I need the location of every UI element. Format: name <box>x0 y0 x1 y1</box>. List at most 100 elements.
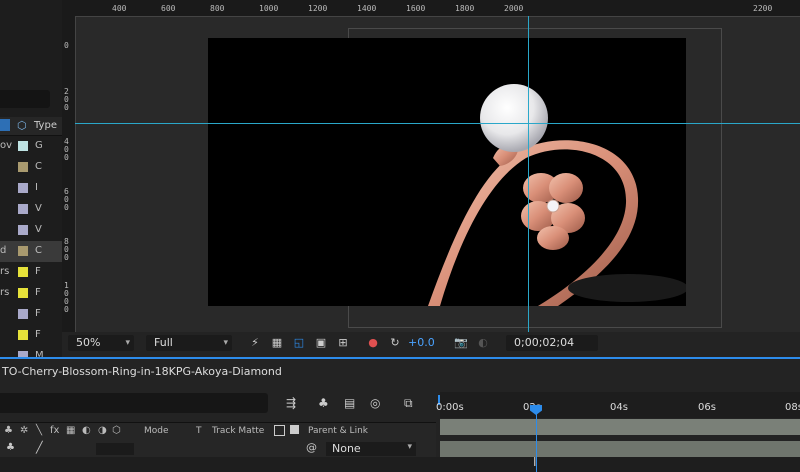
column-t[interactable]: T <box>196 426 202 436</box>
label-color-swatch[interactable] <box>18 225 28 235</box>
grid-guides-icon[interactable]: ⊞ <box>336 336 350 350</box>
project-search-input[interactable] <box>0 90 50 108</box>
project-item-type: F <box>35 308 41 319</box>
snapshot-camera-icon[interactable]: 📷 <box>454 336 468 350</box>
zoom-dropdown[interactable]: 50% ▾ <box>68 335 134 351</box>
label-color-swatch[interactable] <box>18 204 28 214</box>
time-label: 08s <box>785 402 800 413</box>
project-item-row[interactable]: I <box>0 178 62 199</box>
column-mode[interactable]: Mode <box>144 426 169 436</box>
ruler-tick: 2200 <box>753 4 773 13</box>
guide-vertical[interactable] <box>528 16 529 332</box>
shy-layers-icon[interactable]: ♣ <box>318 396 329 410</box>
mask-visibility-icon[interactable]: ◱ <box>292 336 306 350</box>
project-item-name: rs <box>0 287 10 298</box>
3d-layer-column-icon[interactable]: ⬡ <box>112 425 121 436</box>
ruler-tick: 800 <box>210 4 225 13</box>
project-item-type: C <box>35 245 42 256</box>
project-item-row[interactable]: V <box>0 220 62 241</box>
label-color-swatch[interactable] <box>18 162 28 172</box>
motion-blur-column-icon[interactable]: ◐ <box>82 425 91 436</box>
matte-box-icon[interactable] <box>274 425 285 436</box>
time-label: 04s <box>610 402 628 413</box>
timeline-tab[interactable]: TO-Cherry-Blossom-Ring-in-18KPG-Akoya-Di… <box>0 362 800 382</box>
column-type[interactable]: Type <box>34 120 57 131</box>
timecode-display[interactable]: 0;00;02;04 <box>506 335 598 351</box>
column-track-matte[interactable]: Track Matte <box>212 426 264 436</box>
project-item-type: C <box>35 161 42 172</box>
ruler-tick: 8 0 0 <box>64 237 69 262</box>
ruler-tick: 2 0 0 <box>64 87 69 112</box>
shy-switch-icon[interactable]: ♣ <box>6 442 15 453</box>
frame-blend-column-icon[interactable]: ▦ <box>66 425 75 436</box>
time-label: 0:00s <box>436 402 464 413</box>
comp-name: TO-Cherry-Blossom-Ring-in-18KPG-Akoya-Di… <box>2 365 282 378</box>
project-item-row[interactable]: ov G <box>0 136 62 157</box>
color-channels-icon[interactable]: ● <box>366 336 380 350</box>
layer-duration-bar[interactable] <box>440 419 800 435</box>
resolution-dropdown[interactable]: Full ▾ <box>146 335 232 351</box>
graph-editor-icon[interactable]: ⧉ <box>404 396 413 411</box>
text-cursor-icon: I <box>533 455 537 469</box>
project-item-row[interactable]: dC <box>0 241 62 262</box>
label-tag-icon[interactable]: ⬡ <box>17 119 27 132</box>
exposure-value[interactable]: +0.0 <box>408 336 435 349</box>
layer-row[interactable]: ♣ ╱ @ None ▾ <box>0 441 440 457</box>
parent-dropdown[interactable]: None ▾ <box>326 442 416 456</box>
project-item-type: V <box>35 203 42 214</box>
ruler-vertical[interactable]: 0 2 0 0 4 0 0 6 0 0 8 0 0 1 0 0 0 <box>62 16 76 332</box>
matte-fill-icon[interactable] <box>290 425 299 434</box>
ruler-horizontal[interactable]: 400 600 800 1000 1200 1400 1600 1800 200… <box>62 0 800 17</box>
adjustment-column-icon[interactable]: ◑ <box>98 425 107 436</box>
project-item-row[interactable]: rs F <box>0 262 62 283</box>
project-item-row[interactable]: V <box>0 199 62 220</box>
pick-whip-icon[interactable]: @ <box>306 441 317 454</box>
project-item-row[interactable]: rs F <box>0 283 62 304</box>
project-item-type: G <box>35 140 43 151</box>
ruler-tick: 600 <box>161 4 176 13</box>
chevron-down-icon: ▾ <box>125 338 130 348</box>
label-color-swatch[interactable] <box>18 309 28 319</box>
region-of-interest-icon[interactable]: ▣ <box>314 336 328 350</box>
frame-blending-icon[interactable]: ▤ <box>344 396 355 410</box>
time-ruler[interactable]: 0:00s 02s 04s 06s 08s <box>436 392 800 418</box>
exposure-reset-icon[interactable]: ↻ <box>388 336 402 350</box>
label-color-swatch[interactable] <box>18 183 28 193</box>
solo-column-icon[interactable]: ✲ <box>20 425 28 436</box>
quality-switch-icon[interactable]: ╱ <box>36 441 43 454</box>
layer-search-input[interactable] <box>0 393 268 413</box>
effects-column-icon[interactable]: fx <box>50 425 59 436</box>
project-item-type: I <box>35 182 38 193</box>
show-snapshot-icon[interactable]: ◐ <box>476 336 490 350</box>
label-color-swatch[interactable] <box>18 246 28 256</box>
project-item-row[interactable]: F <box>0 304 62 325</box>
ring-render <box>428 84 686 306</box>
guide-horizontal[interactable] <box>75 123 800 124</box>
layer-duration-bar[interactable] <box>440 441 800 457</box>
ruler-tick: 400 <box>112 4 127 13</box>
sort-arrow-icon[interactable] <box>0 119 10 131</box>
project-item-row[interactable]: F <box>0 325 62 346</box>
fast-previews-icon[interactable]: ⚡ <box>248 336 262 350</box>
project-item-type: F <box>35 329 41 340</box>
project-item-type: F <box>35 287 41 298</box>
column-parent-link[interactable]: Parent & Link <box>308 426 368 436</box>
layer-column-headers: ♣ ✲ ╲ fx ▦ ◐ ◑ ⬡ Mode T Track Matte Pare… <box>0 422 440 442</box>
composition-canvas[interactable] <box>208 38 686 306</box>
label-color-swatch[interactable] <box>18 267 28 277</box>
label-color-swatch[interactable] <box>18 330 28 340</box>
ruler-tick: 1200 <box>308 4 328 13</box>
ruler-tick: 1 0 0 0 <box>64 281 69 314</box>
label-color-swatch[interactable] <box>18 288 28 298</box>
shy-column-icon[interactable]: ♣ <box>4 425 13 436</box>
composition-flowchart-icon[interactable]: ⇶ <box>286 396 296 410</box>
ruler-tick: 4 0 0 <box>64 137 69 162</box>
ruler-tick: 1400 <box>357 4 377 13</box>
quality-column-icon[interactable]: ╲ <box>36 425 42 436</box>
label-color-swatch[interactable] <box>18 141 28 151</box>
project-panel: ⬡ Type ov G C I V Vd Crs Frs F F F M <box>0 0 62 358</box>
project-item-row[interactable]: C <box>0 157 62 178</box>
motion-blur-icon[interactable]: ◎ <box>370 396 380 410</box>
transparency-grid-icon[interactable]: ▦ <box>270 336 284 350</box>
layer-switch-box[interactable] <box>96 443 134 455</box>
